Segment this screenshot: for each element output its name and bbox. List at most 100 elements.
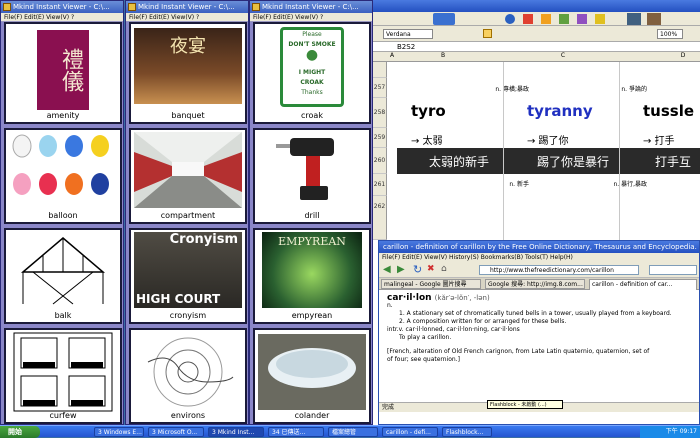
cell-note[interactable]: n. 爭論的: [537, 84, 647, 93]
card-label: drill: [304, 211, 320, 220]
folder-icon[interactable]: [541, 14, 551, 24]
viewer-titlebar[interactable]: Mkind Instant Viewer - C:\...: [1, 1, 123, 13]
cell-note[interactable]: n. 新手: [389, 179, 529, 188]
cell-note[interactable]: n. 暴行,暴政: [537, 179, 647, 188]
row-header[interactable]: 259: [373, 128, 387, 148]
row-header[interactable]: 261: [373, 174, 387, 196]
pen-icon[interactable]: [577, 14, 587, 24]
word-cell-2[interactable]: tyranny: [527, 102, 593, 120]
col-header-C[interactable]: C: [553, 52, 573, 62]
name-box[interactable]: B2S2: [397, 43, 437, 51]
viewer-titlebar[interactable]: Mkind Instant Viewer - C:\...: [250, 1, 372, 13]
viewer-menubar[interactable]: File(F) Edit(E) View(V) ?: [1, 13, 123, 22]
viewer-window-1[interactable]: Mkind Instant Viewer - C:\... File(F) Ed…: [0, 0, 124, 425]
taskbar-item[interactable]: 3 Mkind Inst...: [208, 427, 264, 437]
image-card-drill[interactable]: drill: [253, 128, 371, 224]
etymology: [French, alteration of Old French carign…: [387, 348, 650, 355]
word-cell-3[interactable]: tussle: [643, 102, 694, 120]
sheet-grid[interactable]: n. 專橫;暴政 n. 爭論的 tyro tyranny tussle → 太弱…: [387, 62, 700, 240]
star-icon[interactable]: [595, 14, 605, 24]
arrow-cell-2[interactable]: → 踢了你: [527, 132, 569, 147]
image-card-curfew[interactable]: curfew: [4, 328, 122, 424]
image-card-cronyism[interactable]: Cronyism HIGH COURT cronyism: [129, 228, 247, 324]
row-header[interactable]: 260: [373, 148, 387, 174]
card-label: compartment: [160, 211, 216, 220]
tab-google-images[interactable]: malingeal - Google 圖片搜尋: [381, 279, 481, 289]
bold-button[interactable]: [483, 29, 492, 38]
browser-icon[interactable]: [505, 14, 515, 24]
phrase-cell-1[interactable]: 太弱的新手: [429, 153, 489, 170]
col-header-A[interactable]: A: [387, 52, 397, 62]
viewer-menubar[interactable]: File(F) Edit(E) View(V) ?: [126, 13, 248, 22]
amenity-image: 禮儀: [37, 30, 89, 110]
col-header-B[interactable]: B: [433, 52, 453, 62]
taskbar-item[interactable]: 3 Microsoft O...: [148, 427, 204, 437]
start-button[interactable]: 開始: [0, 426, 40, 438]
image-card-balk[interactable]: balk: [4, 228, 122, 324]
excel-toolbar-standard[interactable]: [373, 12, 700, 26]
viewer-window-2[interactable]: Mkind Instant Viewer - C:\... File(F) Ed…: [125, 0, 249, 425]
back-icon[interactable]: ◀: [383, 264, 391, 275]
zoom-select[interactable]: 100%: [657, 29, 683, 39]
row-header[interactable]: 257: [373, 78, 387, 98]
viewer-window-3[interactable]: Mkind Instant Viewer - C:\... File(F) Ed…: [249, 0, 373, 425]
flashblock-tooltip: Flashblock - 未啟動 (...): [487, 400, 563, 409]
phrase-cell-3[interactable]: 打手互: [655, 153, 691, 170]
arrow-cell-3[interactable]: → 打手: [643, 132, 675, 147]
stop-icon[interactable]: [523, 14, 533, 24]
image-card-balloon[interactable]: balloon: [4, 128, 122, 224]
headword-text: car·il·lon: [387, 293, 432, 303]
viewer-title: Mkind Instant Viewer - C:\...: [13, 3, 110, 11]
image-card-environs[interactable]: environs: [129, 328, 247, 424]
colander-image: [258, 334, 366, 410]
drill-graphic: [276, 138, 334, 200]
grid-line: [503, 62, 504, 240]
browser-menubar[interactable]: File(F) Edit(E) View(V) History(S) Bookm…: [379, 253, 699, 262]
nav-toolbar[interactable]: ◀ ▶ ↻ ✖ ⌂ http://www.thefreedictionary.c…: [379, 262, 699, 278]
reload-icon[interactable]: ↻: [413, 263, 422, 276]
system-clock[interactable]: 下午 09:17: [640, 426, 700, 438]
row-header[interactable]: 258: [373, 98, 387, 128]
excel-titlebar[interactable]: [373, 0, 700, 12]
viewer-titlebar[interactable]: Mkind Instant Viewer - C:\...: [126, 1, 248, 13]
settings-icon[interactable]: [627, 13, 641, 25]
image-card-amenity[interactable]: 禮儀 amenity: [4, 22, 122, 124]
taskbar-item[interactable]: Flashblock...: [442, 427, 492, 437]
browser-titlebar[interactable]: carillon - definition of carillon by the…: [379, 241, 699, 253]
part-of-speech: n.: [387, 302, 393, 309]
image-card-colander[interactable]: colander: [253, 328, 371, 424]
url-bar[interactable]: http://www.thefreedictionary.com/carillo…: [479, 265, 639, 275]
forward-icon[interactable]: ▶: [397, 264, 405, 275]
tab-google-search[interactable]: Google 搜尋: http://img.8.com...: [485, 279, 585, 289]
font-select[interactable]: Verdana: [383, 29, 433, 39]
app-icon: [128, 3, 136, 11]
arrow-cell-1[interactable]: → 太弱: [411, 132, 443, 147]
row-header[interactable]: [373, 62, 387, 78]
grid-line: [619, 62, 620, 240]
image-card-empyrean[interactable]: EMPYREAN empyrean: [253, 228, 371, 324]
col-header-D[interactable]: D: [673, 52, 693, 62]
tab-carillon[interactable]: carillon - definition of car...: [589, 279, 697, 290]
word-cell-1[interactable]: tyro: [411, 102, 446, 120]
image-card-banquet[interactable]: 夜宴 banquet: [129, 22, 247, 124]
image-card-croak[interactable]: Please DON'T SMOKE ● I MIGHT CROAK Thank…: [253, 22, 371, 124]
excel-toolbar-format[interactable]: Verdana 100%: [373, 26, 700, 42]
firefox-window[interactable]: carillon - definition of carillon by the…: [378, 240, 700, 425]
cell-note[interactable]: n. 專橫;暴政: [389, 84, 529, 93]
tool-icon[interactable]: [559, 14, 569, 24]
taskbar-item[interactable]: 檔案總管: [328, 427, 378, 437]
search-box[interactable]: [649, 265, 697, 275]
taskbar-item[interactable]: carillon - defi...: [382, 427, 438, 437]
home-icon[interactable]: ⌂: [441, 264, 447, 274]
taskbar-item[interactable]: 34 已傳送...: [268, 427, 324, 437]
colander-graphic: [268, 348, 356, 388]
row-header[interactable]: 262: [373, 196, 387, 240]
book-icon[interactable]: [647, 13, 661, 25]
phrase-cell-2[interactable]: 踢了你是暴行: [537, 153, 609, 170]
image-card-compartment[interactable]: compartment: [129, 128, 247, 224]
viewer-menubar[interactable]: File(F) Edit(E) View(V) ?: [250, 13, 372, 22]
google-toolbar-icon[interactable]: [433, 13, 455, 25]
taskbar-item[interactable]: 3 Windows E...: [94, 427, 144, 437]
formula-bar[interactable]: B2S2: [373, 42, 700, 52]
stop-icon[interactable]: ✖: [427, 264, 435, 274]
